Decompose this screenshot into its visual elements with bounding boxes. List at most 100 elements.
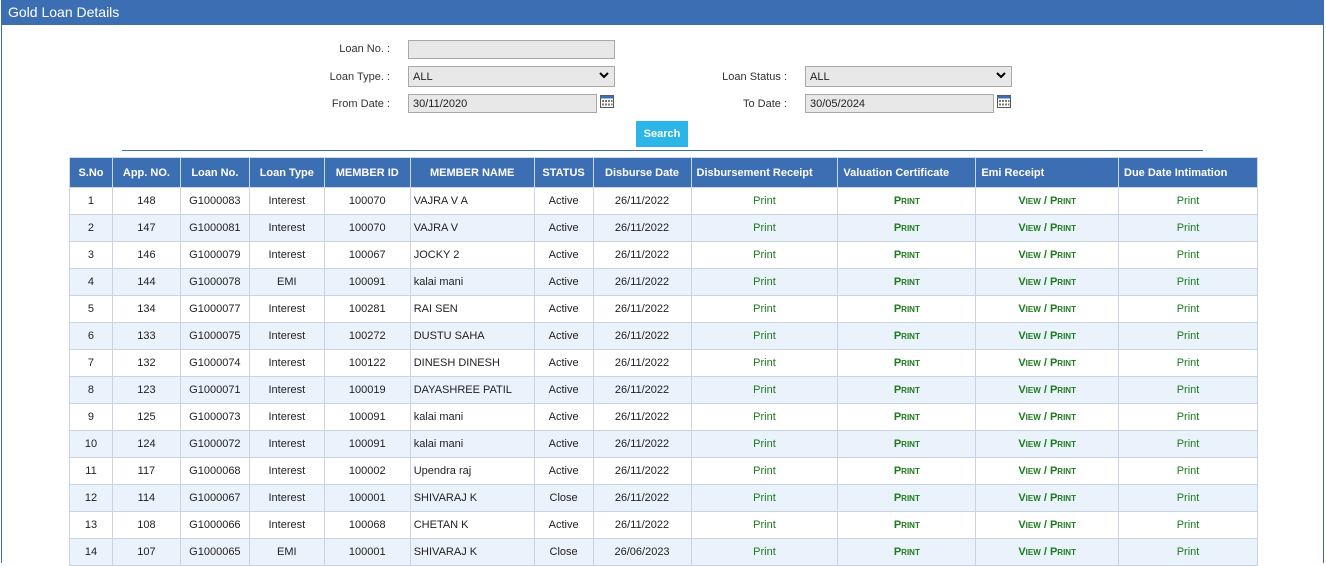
emi-receipt-view-print-link[interactable]: View / Print (1018, 222, 1076, 234)
cell-member-name: SHIVARAJ K (409, 538, 535, 566)
table-cell: View / Print (975, 457, 1120, 485)
table-cell: Print (1118, 322, 1258, 350)
valuation-certificate-print-link[interactable]: Print (894, 249, 920, 261)
emi-receipt-view-print-link[interactable]: View / Print (1018, 303, 1076, 315)
table-cell: Print (1118, 511, 1258, 539)
emi-receipt-view-print-link[interactable]: View / Print (1018, 276, 1076, 288)
due-date-intimation-print-link[interactable]: Print (1177, 384, 1200, 396)
due-date-intimation-print-link[interactable]: Print (1177, 519, 1200, 531)
cell-app-no: 124 (111, 430, 181, 458)
disbursement-receipt-print-link[interactable]: Print (753, 492, 776, 504)
cell-sno: 13 (69, 511, 113, 539)
loan-no-input[interactable] (408, 40, 615, 59)
valuation-certificate-print-link[interactable]: Print (894, 303, 920, 315)
emi-receipt-view-print-link[interactable]: View / Print (1018, 195, 1076, 207)
cell-sno: 7 (69, 349, 113, 377)
valuation-certificate-print-link[interactable]: Print (894, 546, 920, 558)
to-date-input[interactable]: 30/05/2024 (805, 94, 994, 113)
cell-member-name: kalai mani (409, 403, 535, 431)
cell-loan-type: Interest (248, 376, 325, 404)
table-cell: Print (837, 241, 977, 269)
emi-receipt-view-print-link[interactable]: View / Print (1018, 465, 1076, 477)
cell-loan-no: G1000073 (179, 403, 250, 431)
emi-receipt-view-print-link[interactable]: View / Print (1018, 384, 1076, 396)
disbursement-receipt-print-link[interactable]: Print (753, 384, 776, 396)
emi-receipt-view-print-link[interactable]: View / Print (1018, 357, 1076, 369)
table-cell: Print (837, 295, 977, 323)
cell-member-id: 100067 (323, 241, 411, 269)
valuation-certificate-print-link[interactable]: Print (894, 519, 920, 531)
due-date-intimation-print-link[interactable]: Print (1177, 465, 1200, 477)
cell-loan-no: G1000077 (179, 295, 250, 323)
valuation-certificate-print-link[interactable]: Print (894, 195, 920, 207)
disbursement-receipt-print-link[interactable]: Print (753, 519, 776, 531)
table-row: 6 133 G1000075 Interest 100272 DUSTU SAHA Acti… (69, 322, 1258, 350)
due-date-intimation-print-link[interactable]: Print (1177, 492, 1200, 504)
due-date-intimation-print-link[interactable]: Print (1177, 249, 1200, 261)
cell-disburse-date: 26/11/2022 (592, 403, 692, 431)
cell-disburse-date: 26/06/2023 (592, 538, 692, 566)
table-cell: Print (1118, 214, 1258, 242)
cell-member-name: DAYASHREE PATIL (409, 376, 535, 404)
disbursement-receipt-print-link[interactable]: Print (753, 411, 776, 423)
table-cell: Print (690, 430, 839, 458)
table-cell: Print (1118, 430, 1258, 458)
valuation-certificate-print-link[interactable]: Print (894, 222, 920, 234)
due-date-intimation-print-link[interactable]: Print (1177, 276, 1200, 288)
disbursement-receipt-print-link[interactable]: Print (753, 438, 776, 450)
divider (122, 150, 1203, 151)
due-date-intimation-print-link[interactable]: Print (1177, 438, 1200, 450)
search-button[interactable]: Search (636, 121, 688, 147)
due-date-intimation-print-link[interactable]: Print (1177, 411, 1200, 423)
cell-status: Active (533, 511, 594, 539)
disbursement-receipt-print-link[interactable]: Print (753, 546, 776, 558)
loan-status-select[interactable]: ALL (805, 66, 1012, 87)
emi-receipt-view-print-link[interactable]: View / Print (1018, 330, 1076, 342)
emi-receipt-view-print-link[interactable]: View / Print (1018, 411, 1076, 423)
cell-member-name: kalai mani (409, 430, 535, 458)
table-cell: Print (690, 214, 839, 242)
cell-member-id: 100002 (323, 457, 411, 485)
disbursement-receipt-print-link[interactable]: Print (753, 195, 776, 207)
valuation-certificate-print-link[interactable]: Print (894, 276, 920, 288)
due-date-intimation-print-link[interactable]: Print (1177, 357, 1200, 369)
emi-receipt-view-print-link[interactable]: View / Print (1018, 438, 1076, 450)
valuation-certificate-print-link[interactable]: Print (894, 357, 920, 369)
cell-status: Active (533, 322, 594, 350)
due-date-intimation-print-link[interactable]: Print (1177, 546, 1200, 558)
due-date-intimation-print-link[interactable]: Print (1177, 330, 1200, 342)
due-date-intimation-print-link[interactable]: Print (1177, 303, 1200, 315)
emi-receipt-view-print-link[interactable]: View / Print (1018, 249, 1076, 261)
valuation-certificate-print-link[interactable]: Print (894, 384, 920, 396)
disbursement-receipt-print-link[interactable]: Print (753, 465, 776, 477)
valuation-certificate-print-link[interactable]: Print (894, 411, 920, 423)
table-cell: View / Print (975, 241, 1120, 269)
cell-loan-type: Interest (248, 349, 325, 377)
loan-type-select[interactable]: ALL (408, 66, 615, 87)
from-date-input[interactable]: 30/11/2020 (408, 94, 597, 113)
table-header-row: S.No App. NO. Loan No. Loan Type MEMBER … (69, 157, 1258, 188)
valuation-certificate-print-link[interactable]: Print (894, 465, 920, 477)
disbursement-receipt-print-link[interactable]: Print (753, 357, 776, 369)
disbursement-receipt-print-link[interactable]: Print (753, 330, 776, 342)
calendar-icon[interactable] (600, 95, 614, 108)
valuation-certificate-print-link[interactable]: Print (894, 330, 920, 342)
disbursement-receipt-print-link[interactable]: Print (753, 249, 776, 261)
emi-receipt-view-print-link[interactable]: View / Print (1018, 546, 1076, 558)
valuation-certificate-print-link[interactable]: Print (894, 438, 920, 450)
calendar-icon[interactable] (997, 95, 1011, 108)
disbursement-receipt-print-link[interactable]: Print (753, 303, 776, 315)
emi-receipt-view-print-link[interactable]: View / Print (1018, 492, 1076, 504)
disbursement-receipt-print-link[interactable]: Print (753, 276, 776, 288)
cell-status: Active (533, 457, 594, 485)
due-date-intimation-print-link[interactable]: Print (1177, 222, 1200, 234)
due-date-intimation-print-link[interactable]: Print (1177, 195, 1200, 207)
disbursement-receipt-print-link[interactable]: Print (753, 222, 776, 234)
valuation-certificate-print-link[interactable]: Print (894, 492, 920, 504)
cell-member-name: DINESH DINESH (409, 349, 535, 377)
cell-loan-no: G1000075 (179, 322, 250, 350)
cell-member-id: 100068 (323, 511, 411, 539)
table-cell: Print (690, 322, 839, 350)
table-cell: View / Print (975, 403, 1120, 431)
emi-receipt-view-print-link[interactable]: View / Print (1018, 519, 1076, 531)
